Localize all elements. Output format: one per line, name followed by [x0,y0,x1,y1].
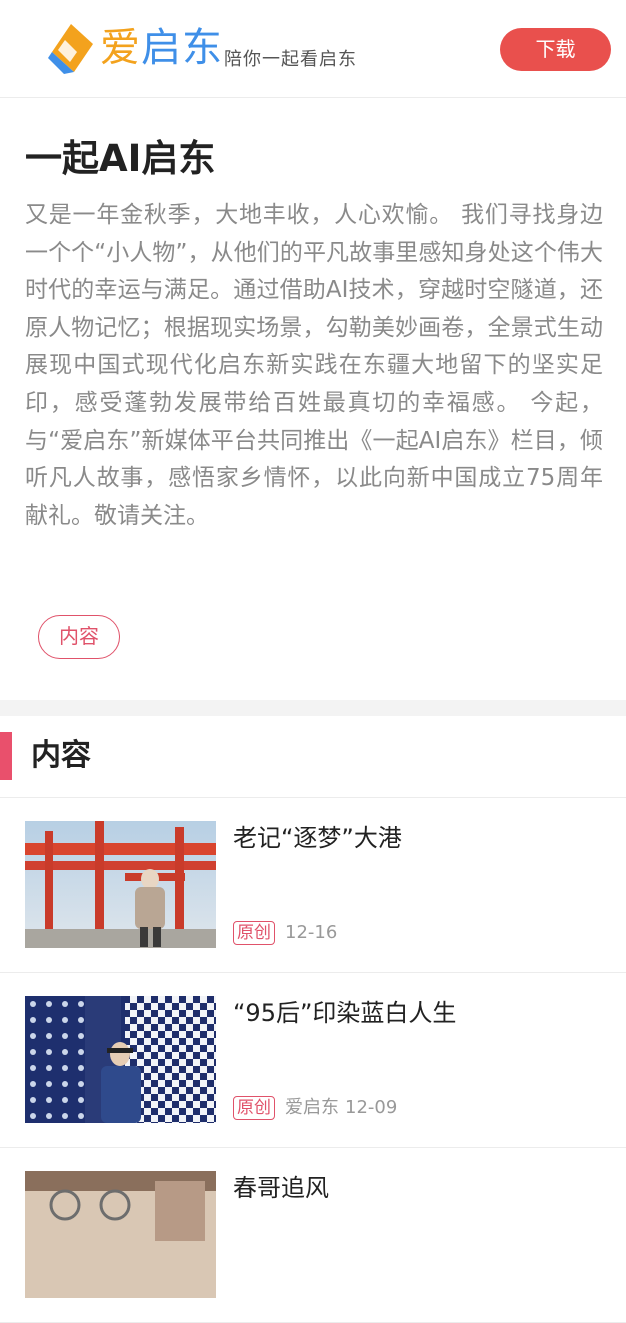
brand-first-char: 爱 [100,25,141,71]
article-meta: 原创 爱启东 12-09 [233,1095,397,1121]
article-thumbnail[interactable] [25,1171,216,1298]
article-title[interactable]: “95后”印染蓝白人生 [233,995,456,1031]
intro-description: 又是一年金秋季，大地丰收，人心欢愉。 我们寻找身边一个个“小人物”，从他们的平凡… [25,202,603,529]
list-item[interactable]: 春哥追风 [0,1148,626,1323]
app-logo-icon[interactable] [44,22,98,76]
content-tag-button[interactable]: 内容 [38,615,120,659]
list-item[interactable]: “95后”印染蓝白人生 原创 爱启东 12-09 [0,973,626,1148]
article-thumbnail[interactable] [25,821,216,948]
top-bar: 爱启东 陪你一起看启东 下载 [0,0,626,98]
list-item[interactable]: 老记“逐梦”大港 原创 12-16 [0,798,626,973]
original-badge: 原创 [233,1096,275,1120]
article-title[interactable]: 春哥追风 [233,1170,329,1206]
page-title: 一起AI启东 [25,137,216,180]
section-divider [0,700,626,716]
article-source: 爱启东 [285,1097,339,1118]
section-accent-bar [0,732,12,780]
slogan: 陪你一起看启东 [224,49,357,70]
download-button[interactable]: 下载 [500,28,611,71]
section-header: 内容 [0,716,626,798]
original-badge: 原创 [233,921,275,945]
article-thumbnail[interactable] [25,996,216,1123]
article-date: 12-16 [285,922,338,943]
brand-name: 爱启东 [100,24,223,72]
article-title[interactable]: 老记“逐梦”大港 [233,820,402,856]
article-date: 12-09 [345,1097,398,1118]
section-title: 内容 [31,738,91,773]
article-meta: 原创 12-16 [233,920,337,946]
brand-rest: 启东 [141,25,223,71]
